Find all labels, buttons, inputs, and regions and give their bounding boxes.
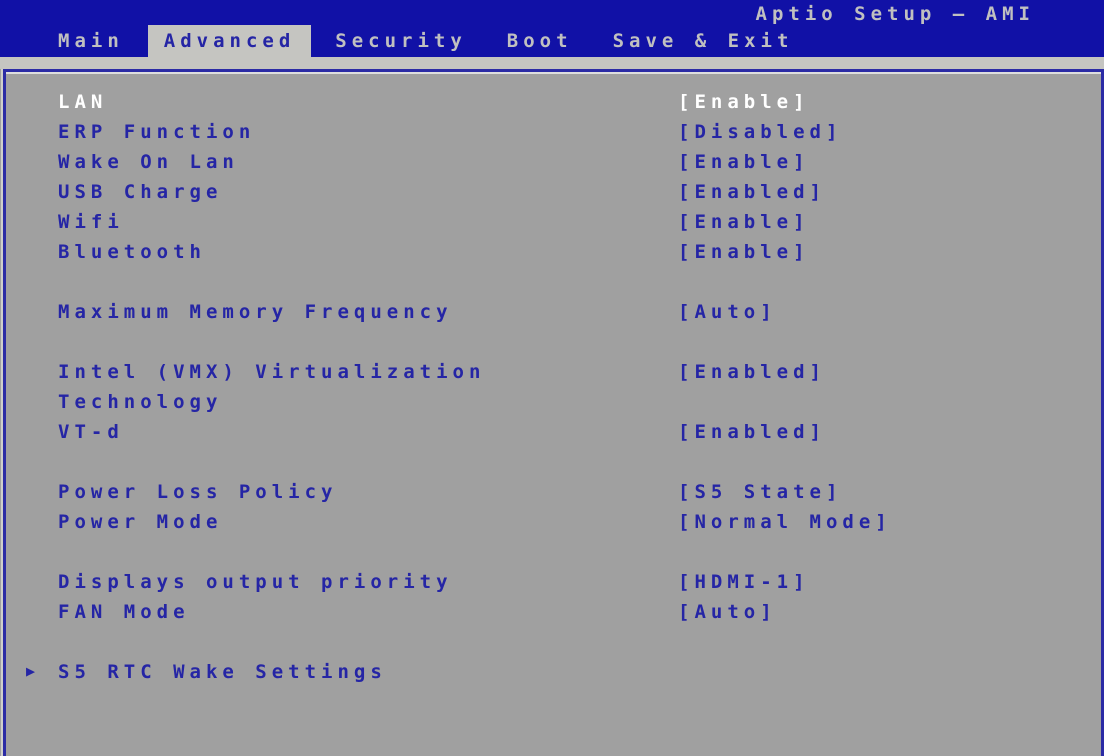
setting-label: VT-d (58, 417, 678, 447)
menu-bar: MainAdvancedSecurityBootSave & Exit (42, 25, 809, 57)
setting-label: Power Mode (58, 507, 678, 537)
tab-advanced[interactable]: Advanced (148, 25, 312, 57)
setting-label: Intel (VMX) Virtualization (58, 357, 678, 387)
setting-row-bluetooth[interactable]: Bluetooth[Enable] (6, 237, 1101, 267)
setting-row-usb-charge[interactable]: USB Charge[Enabled] (6, 177, 1101, 207)
bios-setup-screen: Aptio Setup – AMI MainAdvancedSecurityBo… (0, 0, 1104, 756)
setting-label: Bluetooth (58, 237, 678, 267)
setting-value: [Enabled] (678, 357, 826, 387)
setting-label: USB Charge (58, 177, 678, 207)
setting-row-lan[interactable]: LAN[Enable] (6, 87, 1101, 117)
setting-row-intel-vmx-virtualization[interactable]: Intel (VMX) Virtualization[Enabled] (6, 357, 1101, 387)
header-bar: Aptio Setup – AMI MainAdvancedSecurityBo… (0, 0, 1104, 57)
setting-row-displays-output-priority[interactable]: Displays output priority[HDMI-1] (6, 567, 1101, 597)
submenu-arrow-icon: ▶ (26, 657, 35, 687)
window-title: Aptio Setup – AMI (756, 3, 1035, 25)
setting-value: [Normal Mode] (678, 507, 892, 537)
setting-value: [Enable] (678, 147, 810, 177)
setting-value: [Auto] (678, 297, 777, 327)
setting-label: Power Loss Policy (58, 477, 678, 507)
tab-security[interactable]: Security (319, 25, 483, 57)
settings-panel: LAN[Enable]ERP Function[Disabled]Wake On… (3, 69, 1104, 756)
setting-value: [Enable] (678, 207, 810, 237)
setting-label: Technology (58, 387, 678, 417)
setting-value: [Enabled] (678, 177, 826, 207)
setting-label: S5 RTC Wake Settings (58, 657, 678, 687)
setting-label: Wifi (58, 207, 678, 237)
setting-value: [Enable] (678, 237, 810, 267)
setting-row-wifi[interactable]: Wifi[Enable] (6, 207, 1101, 237)
setting-value: [S5 State] (678, 477, 842, 507)
setting-label-continuation: Technology (6, 387, 1101, 417)
setting-value: [HDMI-1] (678, 567, 810, 597)
setting-row-fan-mode[interactable]: FAN Mode[Auto] (6, 597, 1101, 627)
setting-value: [Disabled] (678, 117, 842, 147)
setting-label: Displays output priority (58, 567, 678, 597)
setting-row-power-mode[interactable]: Power Mode[Normal Mode] (6, 507, 1101, 537)
tab-boot[interactable]: Boot (491, 25, 589, 57)
blank-row (6, 627, 1101, 657)
menu-underline-strip (0, 57, 1104, 69)
submenu-row-s5-rtc-wake-settings[interactable]: ▶ S5 RTC Wake Settings (6, 657, 1101, 687)
setting-row-maximum-memory-frequency[interactable]: Maximum Memory Frequency[Auto] (6, 297, 1101, 327)
setting-value: [Auto] (678, 597, 777, 627)
setting-row-wake-on-lan[interactable]: Wake On Lan[Enable] (6, 147, 1101, 177)
setting-value: [Enable] (678, 87, 810, 117)
blank-row (6, 267, 1101, 297)
setting-label: Maximum Memory Frequency (58, 297, 678, 327)
setting-label: LAN (58, 87, 678, 117)
setting-label: Wake On Lan (58, 147, 678, 177)
setting-row-vt-d[interactable]: VT-d[Enabled] (6, 417, 1101, 447)
setting-label: FAN Mode (58, 597, 678, 627)
setting-label: ERP Function (58, 117, 678, 147)
setting-value: [Enabled] (678, 417, 826, 447)
tab-save-exit[interactable]: Save & Exit (597, 25, 810, 57)
setting-row-power-loss-policy[interactable]: Power Loss Policy[S5 State] (6, 477, 1101, 507)
settings-list: LAN[Enable]ERP Function[Disabled]Wake On… (6, 87, 1101, 687)
tab-main[interactable]: Main (42, 25, 140, 57)
blank-row (6, 537, 1101, 567)
blank-row (6, 327, 1101, 357)
setting-row-erp-function[interactable]: ERP Function[Disabled] (6, 117, 1101, 147)
blank-row (6, 447, 1101, 477)
